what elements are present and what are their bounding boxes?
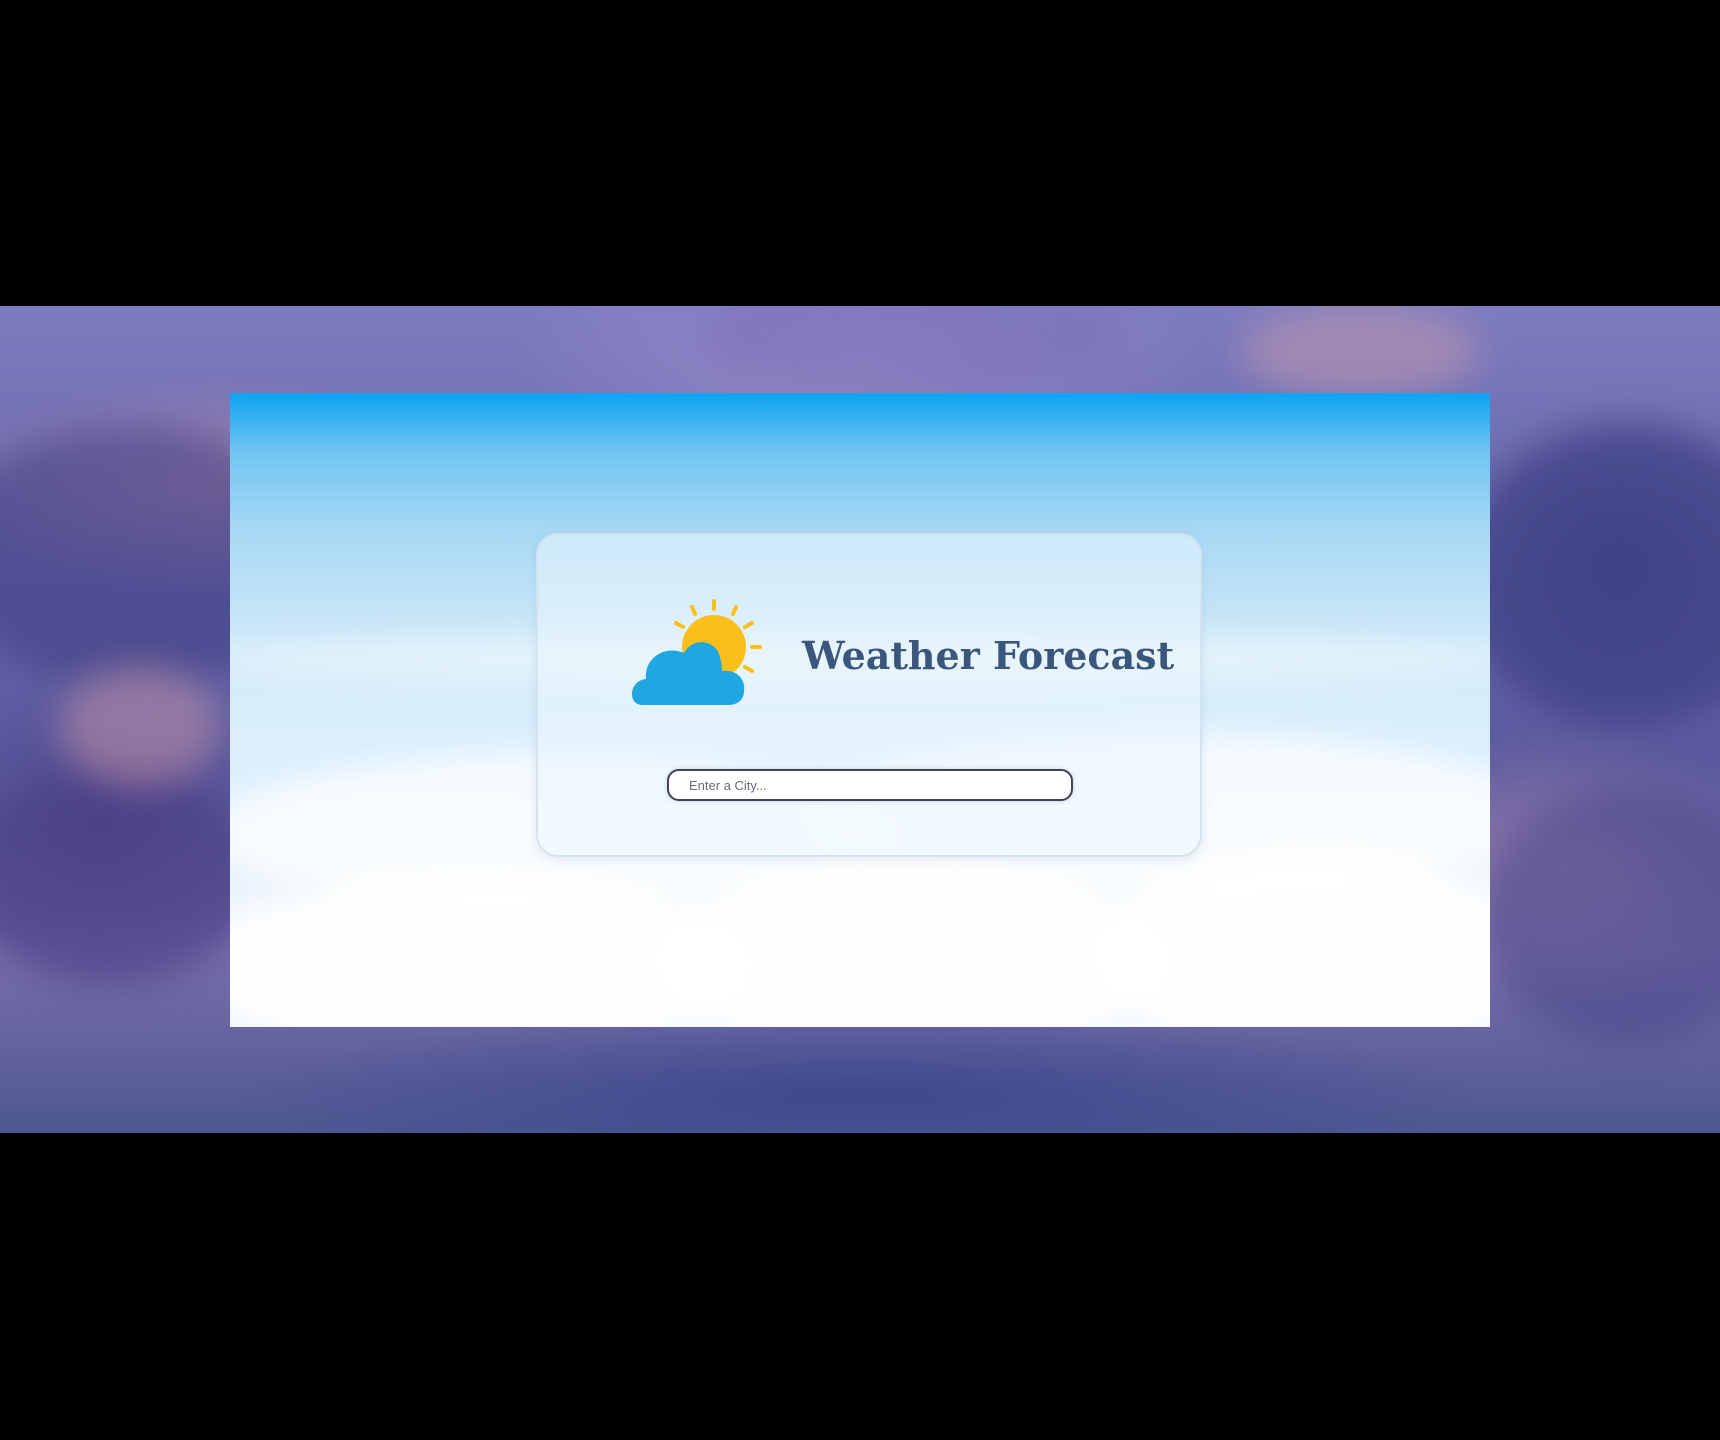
letterbox-bottom [0,1133,1720,1440]
partly-cloudy-sun-icon [631,599,762,705]
letterbox-top [0,0,1720,306]
page-title: Weather Forecast [802,633,1175,678]
search-card: Weather Forecast [536,533,1202,857]
app-window: Weather Forecast [230,393,1490,1027]
search-field-wrapper [667,769,1073,801]
city-search-input[interactable] [667,769,1073,801]
